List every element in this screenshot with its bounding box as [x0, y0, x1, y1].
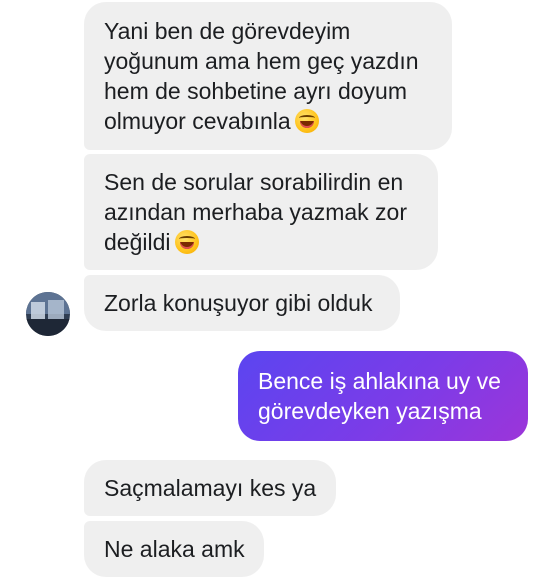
message-text: Saçmalamayı kes ya [104, 475, 317, 501]
message-text-line: görevdeyken yazışma [258, 398, 482, 424]
laughing-emoji-icon [174, 230, 199, 254]
message-text: olmuyor cevabınla [104, 108, 291, 134]
message-text-line-with-emoji: değildi [104, 227, 418, 257]
message-bubble-incoming[interactable]: Zorla konuşuyor gibi olduk [84, 275, 400, 331]
avatar-photo-window [48, 300, 64, 320]
message-text-line: Sen de sorular sorabilirdin en [104, 169, 404, 195]
message-text-line: azından merhaba yazmak zor [104, 199, 407, 225]
laughing-emoji-icon [294, 109, 319, 133]
message-text-line-with-emoji: olmuyor cevabınla [104, 106, 432, 136]
message-bubble-outgoing[interactable]: Bence iş ahlakına uy ve görevdeyken yazı… [238, 351, 528, 441]
message-bubble-incoming[interactable]: Ne alaka amk [84, 521, 264, 577]
message-bubble-incoming[interactable]: Sen de sorular sorabilirdin en azından m… [84, 154, 438, 270]
avatar-photo-frame [26, 319, 70, 336]
message-bubble-incoming[interactable]: Saçmalamayı kes ya [84, 460, 336, 516]
message-bubble-incoming[interactable]: Yani ben de görevdeyim yoğunum ama hem g… [84, 2, 452, 150]
message-text: değildi [104, 229, 171, 255]
message-text-line: hem de sohbetine ayrı doyum [104, 78, 408, 104]
message-text-line: Bence iş ahlakına uy ve [258, 368, 501, 394]
message-text: Ne alaka amk [104, 536, 245, 562]
message-text: Zorla konuşuyor gibi olduk [104, 290, 373, 316]
message-text-line: Yani ben de görevdeyim [104, 18, 351, 44]
contact-avatar[interactable] [26, 292, 70, 336]
message-text-line: yoğunum ama hem geç yazdın [104, 48, 419, 74]
avatar-photo-window [31, 302, 45, 320]
